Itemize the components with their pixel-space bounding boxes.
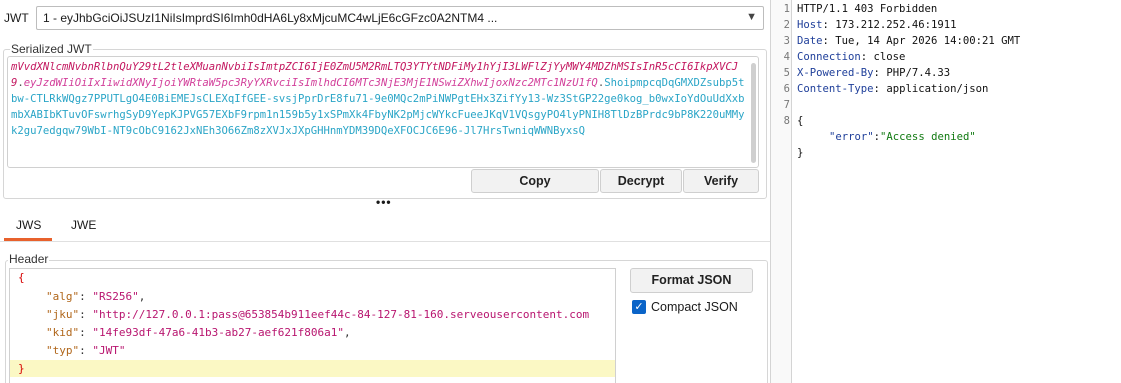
chevron-down-icon: ▼ [746, 11, 757, 23]
tab-jws[interactable]: JWS [16, 218, 41, 232]
line-number: 8 [783, 115, 790, 127]
response-header-x-powered-by: X-Powered-By: PHP/7.4.33 [797, 67, 950, 79]
jwt-selector-label: JWT [4, 11, 29, 25]
response-header-connection: Connection: close [797, 51, 905, 63]
compact-json-checkbox[interactable]: ✓ [632, 300, 646, 314]
header-value: 173.212.252.46:1911 [828, 19, 957, 31]
json-key-kid: "kid" [46, 326, 80, 339]
header-name: X-Powered-By [797, 67, 874, 79]
json-key-typ: "typ" [46, 344, 80, 357]
header-name: Host [797, 19, 823, 31]
splitter-handle[interactable]: ••• [376, 195, 392, 209]
json-value-kid: "14fe93df-47a6-41b3-ab27-aef621f806a1" [92, 326, 345, 339]
line-number: 6 [783, 83, 790, 95]
json-value-alg: "RS256" [92, 290, 139, 303]
serialized-jwt-token: mVvdXNlcmNvbnRlbnQuY29tL2tleXMuanNvbiIsI… [8, 57, 751, 141]
json-value-jku: "http://127.0.0.1:pass@653854b911eef44c-… [92, 308, 590, 321]
json-key-error: "error" [829, 131, 874, 143]
line-number: 4 [783, 51, 790, 63]
json-key-jku: "jku" [46, 308, 80, 321]
header-section-title: Header [8, 252, 50, 266]
decrypt-button[interactable]: Decrypt [600, 169, 682, 193]
header-line-alg: "alg": "RS256", [10, 288, 615, 305]
header-line-kid: "kid": "14fe93df-47a6-41b3-ab27-aef621f8… [10, 324, 615, 341]
header-name: Content-Type [797, 83, 874, 95]
jwt-selector-value: 1 - eyJhbGciOiJSUzI1NiIsImprdSI6Imh0dHA6… [43, 11, 498, 25]
json-value-typ: "JWT" [92, 344, 126, 357]
jwt-selector-dropdown[interactable]: 1 - eyJhbGciOiJSUzI1NiIsImprdSI6Imh0dHA6… [36, 6, 764, 30]
json-colon: : [79, 308, 93, 321]
line-number: 2 [783, 19, 790, 31]
compact-json-label: Compact JSON [651, 300, 738, 314]
line-number: 3 [783, 35, 790, 47]
tab-divider [0, 241, 770, 242]
json-comma: , [344, 326, 351, 339]
response-viewer[interactable]: 1 2 3 4 5 6 7 8 HTTP/1.1 403 Forbidden H… [784, 0, 1121, 383]
format-json-button[interactable]: Format JSON [630, 268, 753, 293]
header-line-typ: "typ": "JWT" [10, 342, 615, 359]
line-number: 1 [783, 3, 790, 15]
json-colon: : [79, 344, 93, 357]
serialized-jwt-textarea[interactable]: mVvdXNlcmNvbnRlbnQuY29tL2tleXMuanNvbiIsI… [7, 56, 759, 168]
jwt-editor-pane: JWT 1 - eyJhbGciOiJSUzI1NiIsImprdSI6Imh0… [0, 0, 770, 383]
header-value: Tue, 14 Apr 2026 14:00:21 GMT [828, 35, 1021, 47]
header-name: Date [797, 35, 823, 47]
line-number: 5 [783, 67, 790, 79]
json-colon: : [79, 290, 93, 303]
header-json-editor[interactable]: { "alg": "RS256", "jku": "http://127.0.0… [9, 268, 616, 383]
header-line-jku: "jku": "http://127.0.0.1:pass@653854b911… [10, 306, 615, 323]
jwt-payload-segment: eyJzdWIiOiIxIiwidXNyIjoiYWRtaW5pc3RyYXRv… [23, 77, 598, 89]
json-colon: : [79, 326, 93, 339]
response-header-date: Date: Tue, 14 Apr 2026 14:00:21 GMT [797, 35, 1020, 47]
tab-jwe[interactable]: JWE [71, 218, 96, 232]
response-status-line: HTTP/1.1 403 Forbidden [797, 3, 938, 15]
serialized-jwt-title: Serialized JWT [10, 42, 93, 56]
header-value: application/json [879, 83, 989, 95]
verify-button[interactable]: Verify [683, 169, 759, 193]
copy-button[interactable]: Copy [471, 169, 599, 193]
response-body-open: { [797, 115, 804, 127]
json-value-error: "Access denied" [880, 131, 976, 143]
header-value: PHP/7.4.33 [879, 67, 951, 79]
json-brace: { [18, 271, 25, 284]
json-brace: } [18, 362, 25, 375]
header-value: close [867, 51, 906, 63]
vertical-scrollbar[interactable] [751, 63, 756, 163]
response-header-content-type: Content-Type: application/json [797, 83, 988, 95]
response-body-error: "error":"Access denied" [829, 131, 976, 143]
response-body-close: } [797, 147, 804, 159]
header-line-close: } [10, 360, 615, 377]
json-key-alg: "alg" [46, 290, 80, 303]
line-number: 7 [783, 99, 790, 111]
header-line-open: { [10, 269, 615, 286]
header-name: Connection [797, 51, 861, 63]
response-header-host: Host: 173.212.252.46:1911 [797, 19, 956, 31]
json-comma: , [138, 290, 146, 303]
